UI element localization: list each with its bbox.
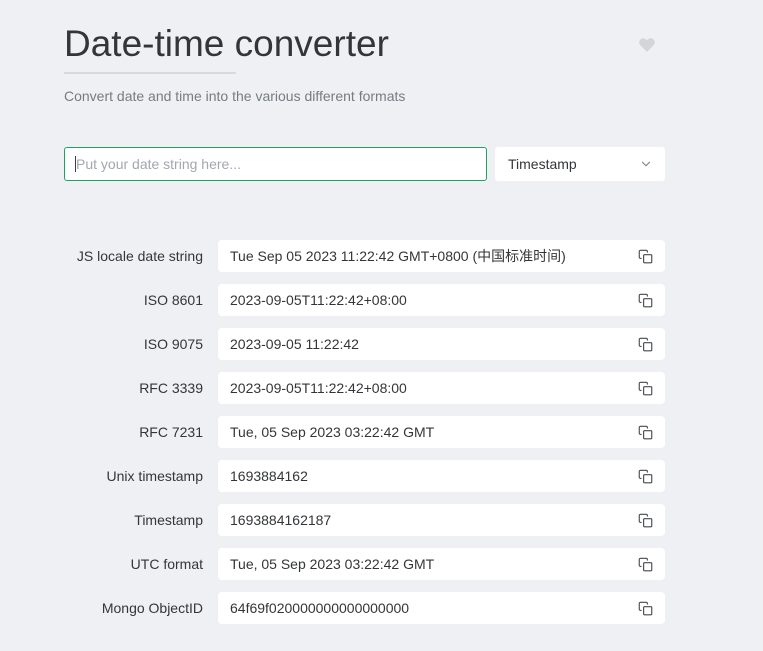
date-input-wrap: [64, 147, 487, 181]
copy-icon: [638, 469, 653, 484]
copy-icon: [638, 425, 653, 440]
copy-icon: [638, 601, 653, 616]
title-underline: [64, 72, 236, 74]
format-label: ISO 9075: [64, 336, 203, 352]
format-value-input[interactable]: [218, 504, 633, 536]
format-label: RFC 3339: [64, 380, 203, 396]
format-label: Mongo ObjectID: [64, 600, 203, 616]
format-value-box: [218, 504, 665, 536]
format-row: JS locale date string: [64, 240, 665, 272]
copy-button[interactable]: [633, 508, 657, 532]
copy-icon: [638, 293, 653, 308]
format-label: UTC format: [64, 556, 203, 572]
format-label: ISO 8601: [64, 292, 203, 308]
copy-button[interactable]: [633, 420, 657, 444]
format-row: ISO 9075: [64, 328, 665, 360]
format-value-input[interactable]: [218, 372, 633, 404]
date-string-input[interactable]: [64, 147, 487, 181]
format-value-box: [218, 284, 665, 316]
format-row: Timestamp: [64, 504, 665, 536]
format-value-input[interactable]: [218, 284, 633, 316]
format-row: Mongo ObjectID: [64, 592, 665, 624]
format-value-input[interactable]: [218, 548, 633, 580]
format-label: Timestamp: [64, 512, 203, 528]
format-value-box: [218, 240, 665, 272]
format-select-dropdown[interactable]: Timestamp: [495, 147, 665, 181]
copy-button[interactable]: [633, 596, 657, 620]
format-value-input[interactable]: [218, 460, 633, 492]
format-value-input[interactable]: [218, 240, 633, 272]
format-value-box: [218, 372, 665, 404]
copy-button[interactable]: [633, 332, 657, 356]
text-caret: [75, 156, 76, 172]
copy-button[interactable]: [633, 288, 657, 312]
copy-icon: [638, 513, 653, 528]
converter-form: Timestamp: [64, 147, 665, 181]
format-rows: JS locale date string ISO 8601: [64, 240, 665, 624]
copy-button[interactable]: [633, 244, 657, 268]
favorite-heart-icon[interactable]: [638, 36, 656, 54]
format-value-box: [218, 548, 665, 580]
copy-icon: [638, 249, 653, 264]
format-value-input[interactable]: [218, 592, 633, 624]
copy-icon: [638, 557, 653, 572]
format-value-input[interactable]: [218, 416, 633, 448]
date-time-converter-page: Date-time converter Convert date and tim…: [0, 0, 763, 651]
format-value-box: [218, 460, 665, 492]
format-row: RFC 7231: [64, 416, 665, 448]
copy-button[interactable]: [633, 552, 657, 576]
format-value-box: [218, 328, 665, 360]
format-value-box: [218, 416, 665, 448]
copy-icon: [638, 381, 653, 396]
format-label: RFC 7231: [64, 424, 203, 440]
chevron-down-icon: [639, 157, 653, 171]
copy-icon: [638, 337, 653, 352]
format-row: ISO 8601: [64, 284, 665, 316]
format-label: JS locale date string: [64, 248, 203, 264]
copy-button[interactable]: [633, 464, 657, 488]
format-row: RFC 3339: [64, 372, 665, 404]
format-row: UTC format: [64, 548, 665, 580]
page-title: Date-time converter: [64, 22, 665, 66]
copy-button[interactable]: [633, 376, 657, 400]
format-label: Unix timestamp: [64, 468, 203, 484]
format-select-value: Timestamp: [508, 156, 577, 172]
format-value-input[interactable]: [218, 328, 633, 360]
page-subtitle: Convert date and time into the various d…: [64, 87, 665, 105]
format-value-box: [218, 592, 665, 624]
format-row: Unix timestamp: [64, 460, 665, 492]
